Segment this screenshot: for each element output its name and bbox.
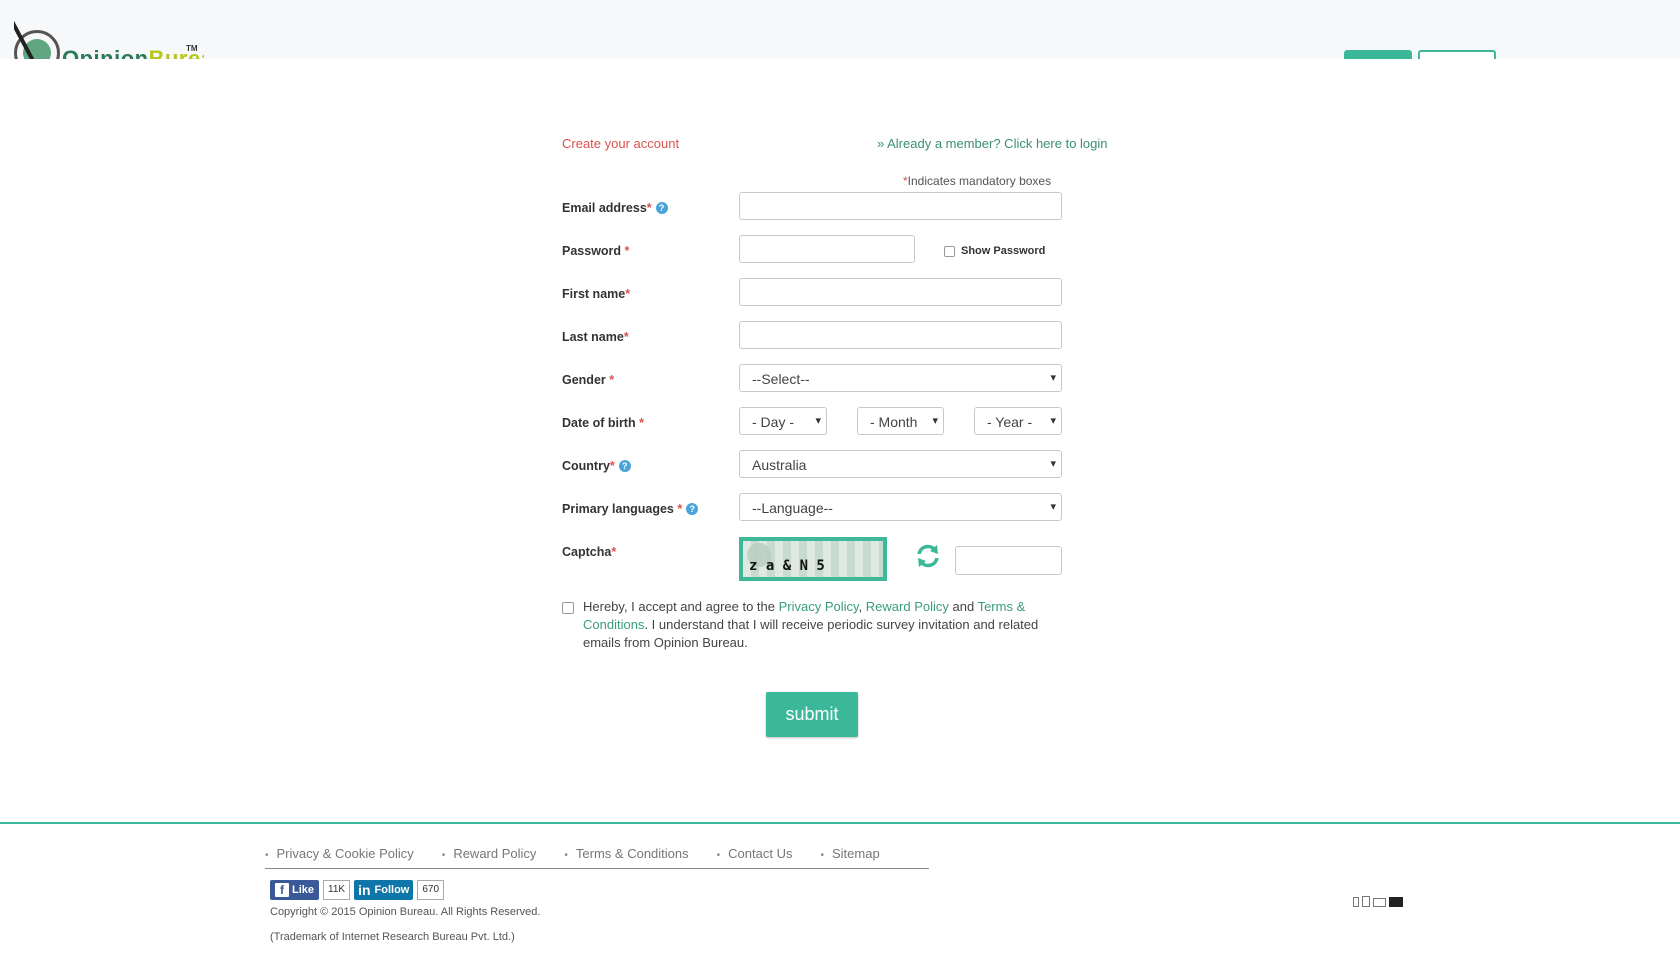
header-login-button[interactable] [1418, 50, 1496, 59]
gender-select[interactable]: --Select-- [739, 364, 1062, 392]
last-name-label: Last name* [562, 330, 629, 344]
dob-label: Date of birth * [562, 416, 644, 430]
logo-trademark: TM [186, 44, 198, 53]
dob-year-select[interactable]: - Year - [974, 407, 1062, 435]
show-password-checkbox[interactable] [944, 245, 955, 257]
footer-link-privacy[interactable]: Privacy & Cookie Policy [265, 846, 414, 868]
submit-button[interactable]: submit [766, 692, 858, 737]
footer-nav: Privacy & Cookie Policy Reward Policy Te… [265, 846, 929, 869]
dob-month-select[interactable]: - Month - [857, 407, 944, 435]
captcha-field[interactable] [955, 546, 1062, 575]
dob-day-select[interactable]: - Day - [739, 407, 827, 435]
laptop-view-icon[interactable] [1373, 898, 1386, 907]
footer-link-sitemap[interactable]: Sitemap [820, 846, 880, 868]
last-name-field[interactable] [739, 321, 1062, 349]
captcha-label: Captcha* [562, 545, 617, 559]
country-select[interactable]: Australia [739, 450, 1062, 478]
gender-label: Gender * [562, 373, 615, 387]
mandatory-note: *Indicates mandatory boxes [903, 174, 1052, 188]
country-label: Country*? [562, 459, 631, 473]
show-password-label: Show Password [961, 245, 1046, 257]
linkedin-count: 670 [417, 880, 445, 900]
help-icon[interactable]: ? [655, 202, 668, 214]
first-name-field[interactable] [739, 278, 1062, 306]
email-field[interactable] [739, 192, 1062, 220]
language-select[interactable]: --Language-- [739, 493, 1062, 521]
language-label: Primary languages *? [562, 502, 699, 516]
linkedin-icon: in [358, 882, 371, 898]
captcha-text: z a & N 5 [749, 558, 825, 574]
facebook-icon: f [275, 883, 289, 897]
header-signup-button[interactable] [1344, 50, 1412, 59]
copyright-text: Copyright © 2015 Opinion Bureau. All Rig… [270, 906, 541, 918]
site-header: OpinionBureau TM [0, 0, 1680, 59]
password-field[interactable] [739, 235, 915, 263]
footer-link-terms[interactable]: Terms & Conditions [564, 846, 689, 868]
help-icon[interactable]: ? [686, 503, 699, 515]
social-buttons: f Like 11K in Follow 670 [270, 880, 445, 900]
password-label: Password * [562, 244, 630, 258]
logo-text: OpinionBureau [62, 46, 204, 59]
show-password-toggle[interactable]: Show Password [944, 245, 1045, 257]
footer-link-contact[interactable]: Contact Us [717, 846, 792, 868]
tablet-view-icon[interactable] [1362, 896, 1370, 907]
facebook-count: 11K [323, 880, 351, 900]
facebook-like-button[interactable]: f Like [270, 880, 320, 900]
trademark-text: (Trademark of Internet Research Bureau P… [270, 931, 515, 943]
mobile-view-icon[interactable] [1353, 897, 1359, 907]
reward-policy-link[interactable]: Reward Policy [866, 599, 949, 614]
footer-link-reward[interactable]: Reward Policy [442, 846, 536, 868]
first-name-label: First name* [562, 287, 631, 301]
privacy-policy-link[interactable]: Privacy Policy [779, 599, 859, 614]
refresh-icon[interactable] [915, 543, 941, 569]
linkedin-follow-button[interactable]: in Follow [354, 880, 414, 900]
site-logo[interactable]: OpinionBureau [14, 18, 204, 59]
terms-text: Hereby, I accept and agree to the Privac… [583, 599, 1039, 650]
login-link[interactable]: » Already a member? Click here to login [877, 136, 1108, 151]
device-icons [1353, 896, 1403, 907]
site-footer: Privacy & Cookie Policy Reward Policy Te… [0, 824, 1680, 979]
help-icon[interactable]: ? [618, 460, 631, 472]
form-title: Create your account [562, 136, 680, 151]
desktop-view-icon[interactable] [1389, 897, 1403, 907]
email-label: Email address*? [562, 201, 668, 215]
terms-checkbox[interactable] [562, 602, 574, 614]
captcha-image: z a & N 5 [739, 537, 887, 581]
